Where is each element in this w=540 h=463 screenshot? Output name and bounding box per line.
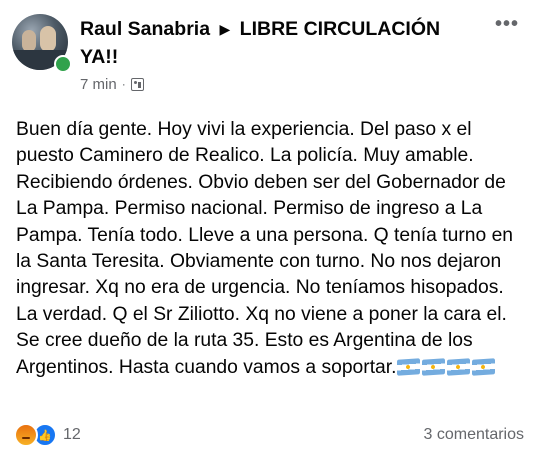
author-name[interactable]: Raul Sanabria	[80, 18, 210, 40]
argentina-flag-icon	[422, 357, 446, 376]
post-time[interactable]: 7 min	[80, 76, 117, 93]
post-text: Buen día gente. Hoy vivi la experiencia.…	[16, 117, 526, 381]
argentina-flag-icon	[472, 357, 496, 376]
facebook-post: Raul Sanabria ▶ LIBRE CIRCULACIÓN YA!! 7…	[0, 0, 540, 463]
post-header: Raul Sanabria ▶ LIBRE CIRCULACIÓN YA!!	[80, 16, 460, 71]
argentina-flag-emojis	[397, 357, 496, 376]
argentina-flag-icon	[397, 357, 421, 376]
online-status-dot	[54, 55, 72, 73]
reactions-summary[interactable]: 👍 12	[14, 423, 81, 447]
angry-reaction-icon	[14, 423, 38, 447]
triangle-right-icon: ▶	[219, 21, 231, 37]
comments-count-link[interactable]: 3 comentarios	[424, 424, 525, 446]
reaction-count: 12	[63, 426, 81, 443]
post-meta: 7 min ·	[80, 74, 144, 94]
meta-separator: ·	[121, 77, 126, 91]
argentina-flag-icon	[447, 357, 471, 376]
more-options-icon[interactable]: •••	[492, 14, 522, 34]
group-audience-icon	[130, 77, 144, 91]
post-text-content: Buen día gente. Hoy vivi la experiencia.…	[16, 119, 514, 378]
